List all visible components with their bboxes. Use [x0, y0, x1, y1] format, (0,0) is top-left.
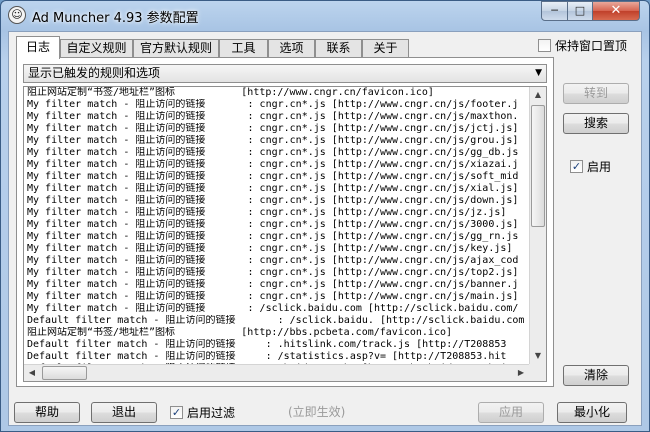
enable-filter-toggle[interactable]: ✓ 启用过滤 — [170, 404, 235, 421]
log-line[interactable]: My filter match - 阻止访问的链接 : cngr.cn*.js … — [27, 135, 530, 147]
scroll-up-icon[interactable]: ▲ — [530, 87, 546, 103]
horizontal-scrollbar[interactable]: ◀ ▶ — [24, 364, 529, 381]
help-button[interactable]: 帮助 — [14, 402, 80, 423]
log-line[interactable]: My filter match - 阻止访问的链接 : cngr.cn*.js … — [27, 291, 530, 303]
log-line[interactable]: Default filter match - 阻止访问的链接 : .hitsli… — [27, 339, 530, 351]
scroll-right-icon[interactable]: ▶ — [513, 365, 529, 381]
tab-contact[interactable]: 联系 — [315, 39, 362, 58]
tab-log[interactable]: 日志 — [16, 36, 60, 59]
log-line[interactable]: My filter match - 阻止访问的链接 : cngr.cn*.js … — [27, 279, 530, 291]
horizontal-scroll-thumb[interactable] — [42, 366, 87, 380]
log-line[interactable]: 阻止网站定制“书签/地址栏”图标 [http://bbs.pcbeta.com/… — [27, 327, 530, 339]
scroll-left-icon[interactable]: ◀ — [24, 365, 40, 381]
app-logo-icon[interactable]: ☺ — [8, 6, 26, 24]
chevron-down-icon: ▼ — [535, 68, 542, 78]
log-lines: 阻止网站定制“书签/地址栏”图标 [http://www.cngr.cn/fav… — [27, 87, 530, 364]
main-window: ☺ Ad Muncher 4.93 参数配置 ─ □ ✕ 日志 自定义规则 官方… — [0, 0, 650, 432]
minimize-window-button[interactable]: ─ — [541, 1, 568, 21]
log-line[interactable]: Default filter match - 阻止访问的链接 : /sclick… — [27, 315, 530, 327]
tab-about[interactable]: 关于 — [362, 39, 409, 58]
log-line[interactable]: My filter match - 阻止访问的链接 : cngr.cn*.js … — [27, 207, 530, 219]
clear-button[interactable]: 清除 — [563, 365, 629, 386]
tab-tools[interactable]: 工具 — [219, 39, 268, 58]
log-line[interactable]: My filter match - 阻止访问的链接 : cngr.cn*.js … — [27, 111, 530, 123]
log-line[interactable]: My filter match - 阻止访问的链接 : cngr.cn*.js … — [27, 147, 530, 159]
maximize-window-button[interactable]: □ — [567, 1, 593, 21]
vertical-scrollbar[interactable]: ▲ ▼ — [529, 87, 546, 364]
apply-button[interactable]: 应用 — [478, 402, 544, 423]
log-line[interactable]: My filter match - 阻止访问的链接 : cngr.cn*.js … — [27, 219, 530, 231]
scroll-down-icon[interactable]: ▼ — [530, 348, 546, 364]
keep-window-on-top[interactable]: 保持窗口置顶 — [538, 37, 627, 53]
log-line[interactable]: My filter match - 阻止访问的链接 : cngr.cn*.js … — [27, 123, 530, 135]
log-filter-dropdown[interactable]: 显示已触发的规则和选项 ▼ — [23, 64, 547, 83]
side-enabled-label: 启用 — [587, 160, 612, 174]
tab-options[interactable]: 选项 — [268, 39, 315, 58]
dialog-client-area: 日志 自定义规则 官方默认规则 工具 选项 联系 关于 保持窗口置顶 显示已触发… — [8, 31, 642, 426]
scrollbar-corner — [529, 364, 546, 381]
exit-button[interactable]: 退出 — [91, 402, 157, 423]
log-line[interactable]: Default filter match - 阻止访问的链接 : /statis… — [27, 351, 530, 363]
side-enabled-checkbox[interactable]: ✓ — [570, 160, 583, 173]
log-panel: 显示已触发的规则和选项 ▼ 阻止网站定制“书签/地址栏”图标 [http://w… — [16, 57, 554, 387]
minimize-to-tray-button[interactable]: 最小化 — [557, 402, 627, 423]
log-line[interactable]: My filter match - 阻止访问的链接 : cngr.cn*.js … — [27, 159, 530, 171]
goto-button[interactable]: 转到 — [563, 83, 629, 104]
log-line[interactable]: My filter match - 阻止访问的链接 : cngr.cn*.js … — [27, 99, 530, 111]
log-filter-selected: 显示已触发的规则和选项 — [28, 66, 161, 80]
keep-on-top-label: 保持窗口置顶 — [555, 38, 628, 53]
window-title: Ad Muncher 4.93 参数配置 — [32, 11, 199, 26]
log-line[interactable]: My filter match - 阻止访问的链接 : cngr.cn*.js … — [27, 195, 530, 207]
log-line[interactable]: My filter match - 阻止访问的链接 : cngr.cn*.js … — [27, 255, 530, 267]
side-enabled-toggle[interactable]: ✓ 启用 — [570, 158, 611, 175]
log-line[interactable]: My filter match - 阻止访问的链接 : cngr.cn*.js … — [27, 267, 530, 279]
enable-filter-checkbox[interactable]: ✓ — [170, 406, 183, 419]
log-line[interactable]: 阻止网站定制“书签/地址栏”图标 [http://www.cngr.cn/fav… — [27, 87, 530, 99]
title-bar[interactable]: ☺ Ad Muncher 4.93 参数配置 ─ □ ✕ — [1, 1, 649, 29]
search-button[interactable]: 搜索 — [563, 113, 629, 134]
log-listbox[interactable]: 阻止网站定制“书签/地址栏”图标 [http://www.cngr.cn/fav… — [23, 86, 547, 382]
vertical-scroll-thumb[interactable] — [531, 105, 545, 227]
keep-on-top-checkbox[interactable] — [538, 38, 551, 52]
apply-now-hint: (立即生效) — [288, 405, 346, 419]
log-line[interactable]: My filter match - 阻止访问的链接 : cngr.cn*.js … — [27, 171, 530, 183]
tab-default-rules[interactable]: 官方默认规则 — [133, 39, 219, 58]
close-window-button[interactable]: ✕ — [592, 1, 640, 21]
log-line[interactable]: My filter match - 阻止访问的链接 : /sclick.baid… — [27, 303, 530, 315]
enable-filter-label: 启用过滤 — [187, 406, 236, 420]
log-line[interactable]: My filter match - 阻止访问的链接 : cngr.cn*.js … — [27, 183, 530, 195]
tab-custom-rules[interactable]: 自定义规则 — [60, 39, 133, 58]
log-line[interactable]: My filter match - 阻止访问的链接 : cngr.cn*.js … — [27, 243, 530, 255]
log-line[interactable]: My filter match - 阻止访问的链接 : cngr.cn*.js … — [27, 231, 530, 243]
